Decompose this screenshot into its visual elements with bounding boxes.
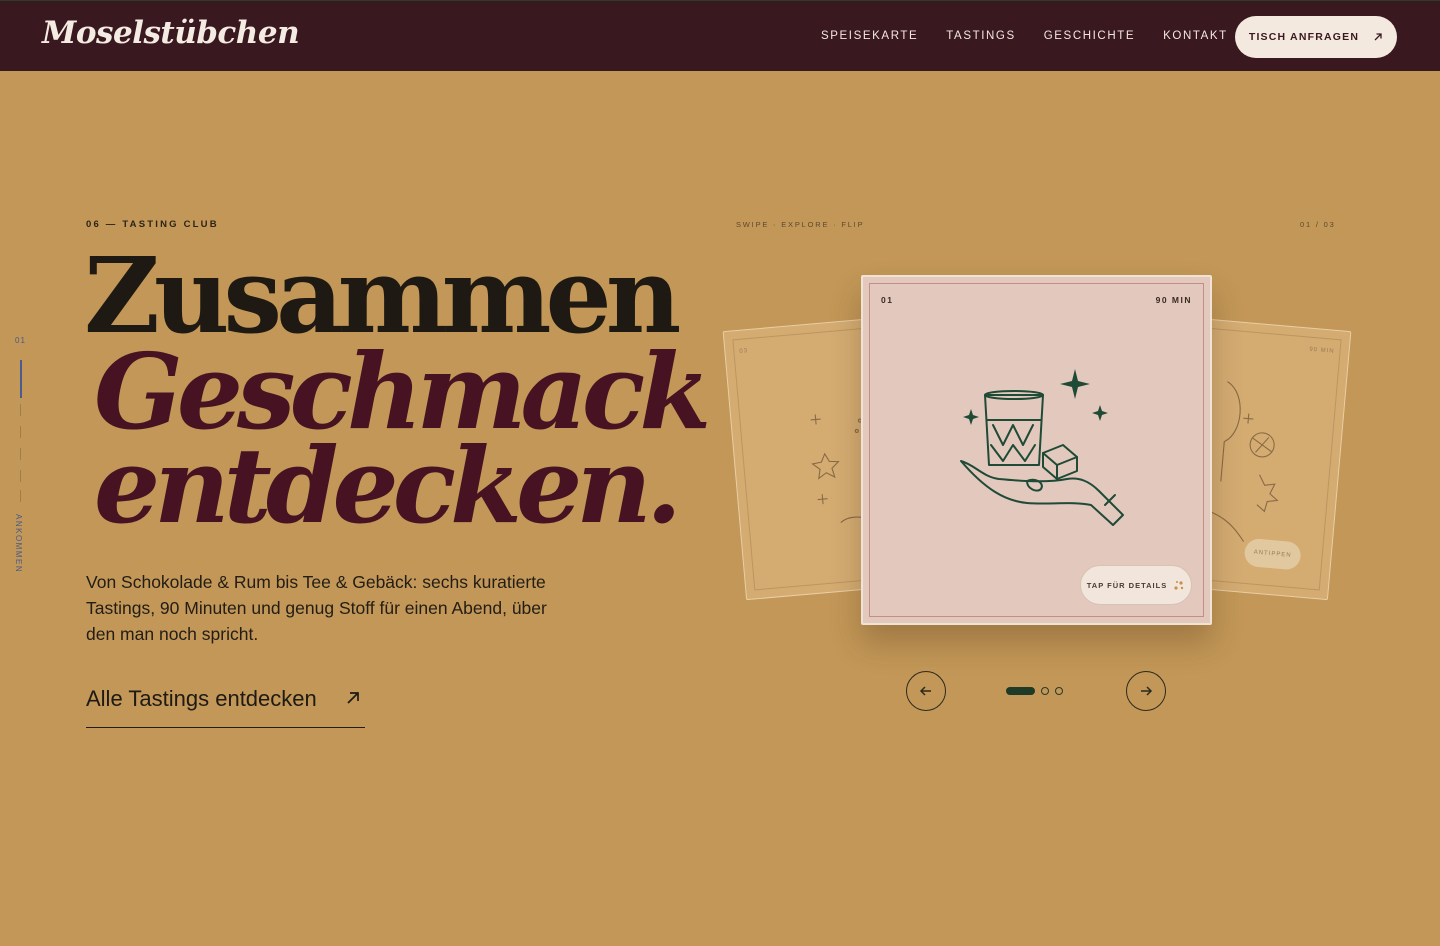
progress-dash: [20, 470, 21, 482]
reserve-table-label: TISCH ANFRAGEN: [1248, 31, 1360, 43]
carousel-dot-1[interactable]: [1006, 687, 1035, 695]
main-nav: SPEISEKARTE TASTINGS GESCHICHTE KONTAKT: [821, 30, 1256, 42]
carousel-dot-2[interactable]: [1041, 687, 1049, 695]
section-label: ANKOMMEN: [14, 514, 23, 574]
heading-line-3: entdecken.: [94, 424, 682, 547]
site-header: Moselstübchen SPEISEKARTE TASTINGS GESCH…: [0, 0, 1440, 71]
cocktail-illustration: [1206, 381, 1279, 542]
next-button[interactable]: [1126, 671, 1166, 711]
card-number: 03: [739, 348, 749, 355]
tap-for-details-button[interactable]: TAP FÜR DETAILS: [1080, 565, 1192, 605]
all-tastings-link[interactable]: Alle Tastings entdecken: [86, 686, 365, 728]
carousel-hint: SWIPE · EXPLORE · FLIP: [736, 220, 865, 229]
tap-for-details-label: TAP FÜR DETAILS: [1086, 580, 1168, 590]
progress-dash: [20, 448, 21, 460]
nav-speisekarte[interactable]: SPEISEKARTE: [821, 30, 918, 42]
nav-tastings[interactable]: TASTINGS: [946, 30, 1015, 42]
progress-line-active: [20, 360, 22, 398]
arrow-right-icon: [1141, 686, 1153, 696]
card-number: 01: [881, 295, 894, 305]
tap-badge: ANTIPPEN: [1243, 537, 1302, 571]
nav-geschichte[interactable]: GESCHICHTE: [1044, 30, 1135, 42]
card-duration: 90 MIN: [1155, 295, 1192, 305]
prev-button[interactable]: [906, 671, 946, 711]
carousel-dots: [1006, 687, 1063, 695]
tasting-card-active[interactable]: 01 90 MIN TAP FÜR DETAILS: [861, 275, 1212, 625]
arrow-left-icon: [919, 686, 931, 696]
reserve-table-button[interactable]: TISCH ANFRAGEN: [1235, 16, 1397, 58]
rum-chocolate-illustration: [960, 369, 1124, 526]
progress-dash: [20, 426, 21, 438]
all-tastings-label: Alle Tastings entdecken: [86, 686, 317, 711]
progress-dash: [20, 404, 21, 416]
section-index: 01: [15, 336, 26, 345]
sparkle-icon: [1174, 581, 1184, 590]
arrow-up-right-icon: [347, 692, 359, 704]
nav-kontakt[interactable]: KONTAKT: [1163, 30, 1228, 42]
arrow-up-right-icon: [1374, 33, 1382, 41]
carousel-counter: 01 / 03: [1300, 220, 1336, 229]
hero-lead: Von Schokolade & Rum bis Tee & Gebäck: s…: [86, 572, 547, 644]
carousel-dot-3[interactable]: [1055, 687, 1063, 695]
progress-dash: [20, 490, 21, 502]
eyebrow: 06 — TASTING CLUB: [86, 219, 219, 230]
logo[interactable]: Moselstübchen: [42, 15, 300, 51]
